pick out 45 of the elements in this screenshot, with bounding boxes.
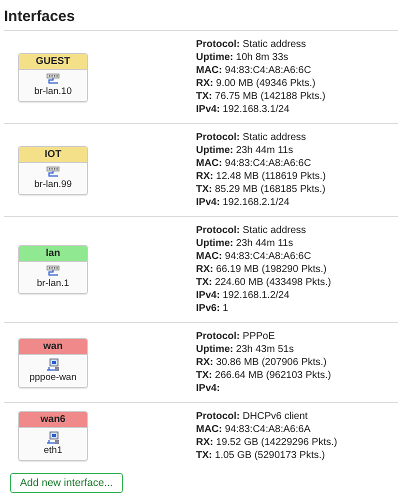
device-name: pppoe-wan — [29, 372, 76, 382]
info-line: MAC: 94:83:C4:A8:A6:6C — [196, 157, 312, 170]
interface-name: wan6 — [19, 412, 87, 428]
section-title: Interfaces — [4, 8, 398, 31]
info-line: IPv4: 192.168.3.1/24 — [196, 103, 290, 116]
info-line: Protocol: Static address — [196, 38, 308, 51]
interface-name: wan — [19, 338, 87, 354]
network-switch-icon — [46, 265, 60, 278]
info-line: TX: 76.75 MB (142188 Pkts.) — [196, 90, 326, 103]
info-line: Uptime: 23h 44m 11s — [196, 144, 294, 157]
info-line: Uptime: 10h 8m 33s — [196, 51, 290, 64]
info-line: IPv4: — [196, 382, 221, 395]
info-line: Protocol: Static address — [196, 224, 308, 237]
device-name: br-lan.1 — [36, 278, 70, 289]
info-line: MAC: 94:83:C4:A8:A6:6A — [196, 423, 312, 436]
info-line: Protocol: Static address — [196, 131, 308, 144]
info-line: IPv6: 1 — [196, 302, 230, 315]
interface-name: GUEST — [19, 54, 87, 70]
add-interface-button[interactable]: Add new interface... — [10, 473, 123, 493]
info-line: TX: 266.64 MB (962103 Pkts.) — [196, 369, 332, 382]
info-line: RX: 66.19 MB (198290 Pkts.) — [196, 263, 328, 276]
device-name: br-lan.10 — [34, 86, 72, 96]
info-line: RX: 12.48 MB (118619 Pkts.) — [196, 170, 326, 183]
interface-name: lan — [19, 246, 87, 262]
device-name: br-lan.99 — [34, 178, 72, 190]
network-switch-icon — [46, 72, 60, 86]
info-line: RX: 9.00 MB (49346 Pkts.) — [196, 77, 317, 90]
info-line: TX: 224.60 MB (433498 Pkts.) — [196, 276, 332, 289]
interface-name: IOT — [19, 146, 87, 162]
computer-icon — [46, 358, 60, 372]
info-line: IPv4: 192.168.1.2/24 — [196, 289, 290, 302]
info-line: MAC: 94:83:C4:A8:A6:6C — [196, 64, 312, 77]
info-line: Protocol: PPPoE — [196, 330, 276, 343]
info-line: IPv4: 192.168.2.1/24 — [196, 196, 290, 209]
info-line: Protocol: DHCPv6 client — [196, 410, 309, 423]
network-switch-icon — [46, 166, 60, 178]
info-line: RX: 19.52 GB (14229296 Pkts.) — [196, 436, 338, 449]
info-line: TX: 1.05 GB (5290173 Pkts.) — [196, 449, 326, 462]
info-line: TX: 85.29 MB (168185 Pkts.) — [196, 183, 326, 196]
info-line: Uptime: 23h 44m 11s — [196, 237, 294, 250]
info-line: Uptime: 23h 43m 51s — [196, 343, 295, 356]
info-line: MAC: 94:83:C4:A8:A6:6C — [196, 250, 312, 263]
computer-icon — [46, 431, 60, 445]
device-name: eth1 — [44, 445, 62, 456]
info-line: RX: 30.86 MB (207906 Pkts.) — [196, 356, 328, 369]
